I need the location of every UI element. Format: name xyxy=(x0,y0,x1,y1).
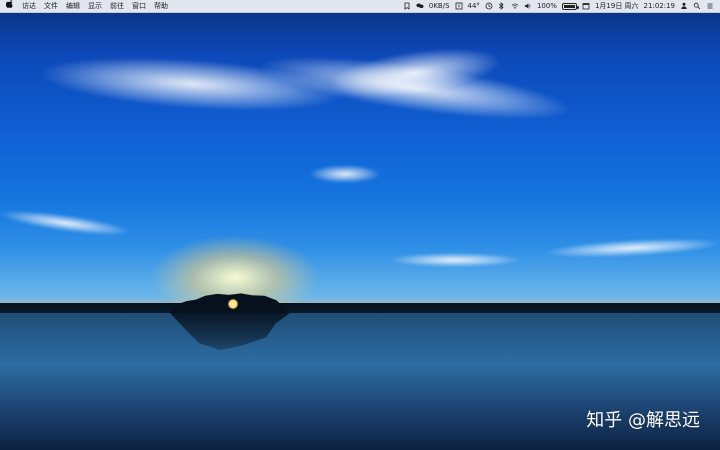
cloud xyxy=(544,235,720,261)
menu-edit[interactable]: 编辑 xyxy=(66,0,80,12)
cloud xyxy=(390,253,520,267)
menu-help[interactable]: 帮助 xyxy=(154,0,168,12)
user-icon[interactable] xyxy=(680,2,688,10)
date-text[interactable]: 1月19日 周六 xyxy=(595,0,639,12)
time-text[interactable]: 21:02:19 xyxy=(644,0,675,12)
cloud xyxy=(0,206,131,240)
network-speed[interactable]: 0KB/S xyxy=(429,0,450,12)
menu-window[interactable]: 窗口 xyxy=(132,0,146,12)
menu-go[interactable]: 前往 xyxy=(110,0,124,12)
control-center-icon[interactable] xyxy=(706,2,714,10)
menu-view[interactable]: 显示 xyxy=(88,0,102,12)
temperature[interactable]: 44° xyxy=(468,0,480,12)
battery-icon[interactable] xyxy=(561,2,579,10)
menu-bar-left: 访达 文件 编辑 显示 前往 窗口 帮助 xyxy=(6,0,168,12)
clock-icon[interactable] xyxy=(485,2,493,10)
volume-icon[interactable] xyxy=(524,2,532,10)
apple-icon xyxy=(6,0,13,8)
search-icon[interactable] xyxy=(693,2,701,10)
calendar-icon[interactable] xyxy=(582,2,590,10)
menu-file[interactable]: 文件 xyxy=(44,0,58,12)
info-icon[interactable] xyxy=(455,2,463,10)
cloud xyxy=(310,165,380,183)
menu-bar-right: 0KB/S 44° 100% 1月19日 周六 21:02:19 xyxy=(403,0,714,12)
battery-percent[interactable]: 100% xyxy=(537,0,557,12)
bluetooth-icon[interactable] xyxy=(498,2,506,10)
battery-fill xyxy=(563,4,575,8)
menu-finder[interactable]: 访达 xyxy=(22,0,36,12)
apple-menu[interactable] xyxy=(6,0,14,12)
menu-bar: 访达 文件 编辑 显示 前往 窗口 帮助 0KB/S 44° 100% 1月19… xyxy=(0,0,720,13)
desktop-wallpaper: 知乎 @解思远 xyxy=(0,0,720,450)
bookmark-icon[interactable] xyxy=(403,2,411,10)
wifi-icon[interactable] xyxy=(511,2,519,10)
horizon-land xyxy=(0,303,720,313)
sun xyxy=(228,299,238,309)
wechat-icon[interactable] xyxy=(416,2,424,10)
watermark-text: 知乎 @解思远 xyxy=(586,410,700,431)
